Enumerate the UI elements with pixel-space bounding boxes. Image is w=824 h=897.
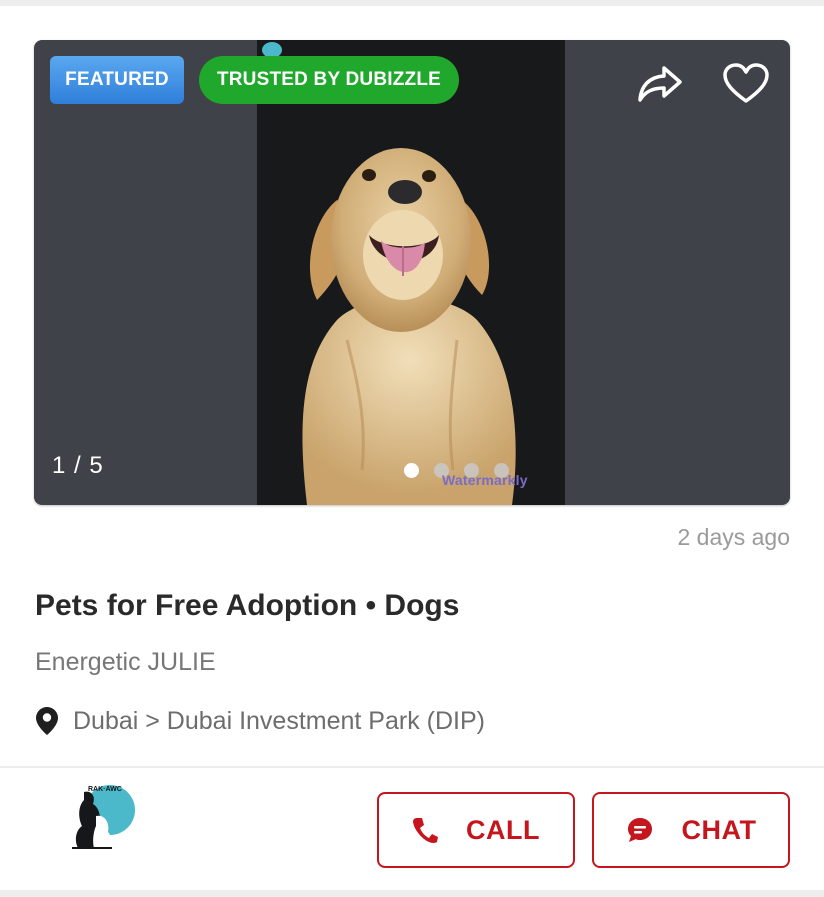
call-button-label: CALL xyxy=(466,814,540,845)
chat-bubble-icon xyxy=(627,818,652,842)
carousel-dot[interactable] xyxy=(404,463,419,478)
location-pin-icon xyxy=(36,707,58,735)
dog-photo[interactable] xyxy=(257,40,565,505)
trusted-badge: TRUSTED BY DUBIZZLE xyxy=(199,56,459,104)
listing-title: Pets for Free Adoption • Dogs xyxy=(35,589,460,622)
featured-badge: FEATURED xyxy=(50,56,184,104)
image-counter: 1 / 5 xyxy=(52,452,104,479)
image-gallery[interactable]: FEATURED TRUSTED BY DUBIZZLE 1 / 5 Water… xyxy=(34,40,790,505)
phone-icon xyxy=(413,818,438,843)
favorite-button[interactable] xyxy=(720,60,772,108)
svg-text:RAK·AWC: RAK·AWC xyxy=(88,786,122,793)
chat-button-label: CHAT xyxy=(681,814,757,845)
call-button[interactable]: CALL xyxy=(377,792,575,868)
share-button[interactable] xyxy=(634,60,686,108)
bottom-divider xyxy=(0,890,824,897)
section-divider xyxy=(0,766,824,768)
share-icon xyxy=(638,66,682,102)
chat-button[interactable]: CHAT xyxy=(592,792,790,868)
dog-photo-illustration xyxy=(257,40,565,505)
posted-time: 2 days ago xyxy=(677,524,790,550)
location-text: Dubai > Dubai Investment Park (DIP) xyxy=(73,706,485,735)
seller-logo-image: RAK·AWC xyxy=(72,785,135,849)
photo-watermark: Watermarkly xyxy=(442,472,528,488)
listing-subtitle: Energetic JULIE xyxy=(35,648,216,676)
listing-location: Dubai > Dubai Investment Park (DIP) xyxy=(35,706,485,736)
heart-icon xyxy=(723,63,769,103)
seller-logo[interactable]: RAK·AWC xyxy=(66,782,140,856)
top-divider xyxy=(0,0,824,6)
